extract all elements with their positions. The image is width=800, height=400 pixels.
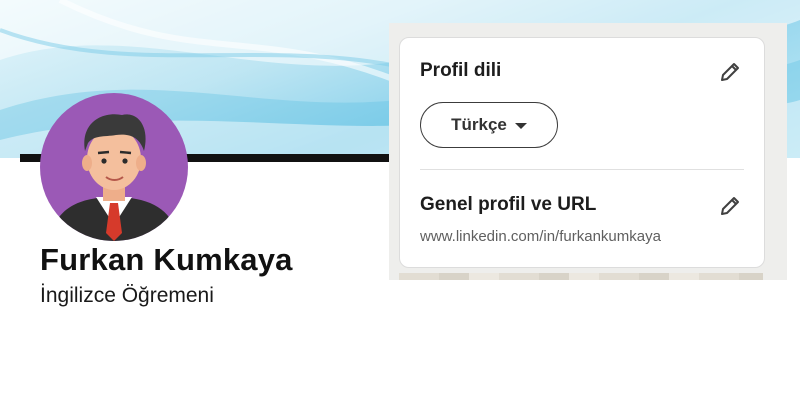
profile-name: Furkan Kumkaya	[40, 242, 293, 277]
language-dropdown-label: Türkçe	[451, 115, 507, 134]
edit-public-profile-button[interactable]	[716, 192, 744, 220]
section-divider	[420, 169, 744, 170]
settings-card: Profil dili Türkçe Genel profil ve URL w…	[399, 37, 765, 268]
profile-headline: İngilizce Öğremeni	[40, 284, 214, 307]
avatar-illustration	[50, 114, 178, 241]
language-dropdown[interactable]: Türkçe	[420, 102, 558, 148]
profile-language-title: Profil dili	[420, 60, 502, 81]
pencil-icon	[721, 63, 739, 81]
public-profile-title: Genel profil ve URL	[420, 194, 597, 215]
next-section-preview	[399, 273, 763, 280]
edit-language-button[interactable]	[716, 58, 744, 86]
public-profile-url[interactable]: www.linkedin.com/in/furkankumkaya	[420, 228, 661, 245]
profile-settings-panel: Profil dili Türkçe Genel profil ve URL w…	[389, 23, 787, 280]
caret-down-icon	[514, 123, 527, 129]
pencil-icon	[721, 197, 739, 215]
avatar[interactable]	[40, 93, 188, 241]
